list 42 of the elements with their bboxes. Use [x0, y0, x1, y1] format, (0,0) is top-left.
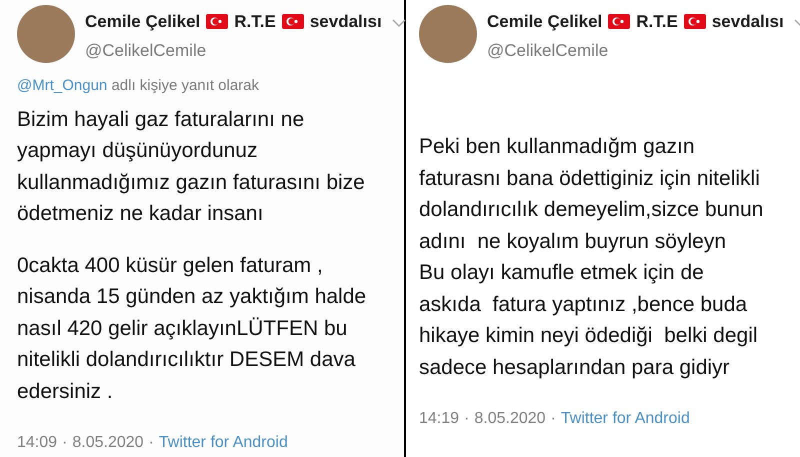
tweet-time: 14:09 — [17, 433, 58, 453]
tweet-text-line: Peki ben kullanmadığm gazın — [419, 134, 694, 160]
flag-icon — [608, 14, 630, 30]
flag-icon — [206, 14, 228, 30]
tweet-text-line: faturasnı bana ödettiginiz için nitelikli — [419, 166, 760, 192]
display-name: sevdalısı — [712, 11, 784, 33]
source-link[interactable]: Twitter for Android — [158, 431, 288, 455]
separator-dot: · — [148, 433, 154, 453]
tweet-date: 8.05.2020 — [474, 409, 546, 429]
tweet-text-line: hikaye kimin neyi ödediği belki degil — [419, 323, 758, 349]
display-name: Cemile Çelikel — [487, 11, 602, 33]
display-name: sevdalısı — [310, 11, 382, 33]
tweet-text-line: nitelikli dolandırıcılıktır DESEM dava — [17, 347, 356, 373]
flag-icon — [282, 14, 304, 30]
tweet-text-line: Bizim hayali gaz faturalarını ne — [17, 106, 304, 132]
tweet-text-line: nasıl 420 gelir açıklayınLÜTFEN bu — [17, 316, 348, 342]
tweet-text-line: 0cakta 400 küsür gelen faturam , — [17, 252, 323, 278]
source-link[interactable]: Twitter for Android — [560, 407, 690, 431]
reply-context: adlı kişiye yanıt olarak — [111, 77, 260, 94]
separator-dot: · — [550, 409, 556, 429]
tweet-text-line: Bu olayı kamufle etmek için de — [419, 260, 704, 286]
tweet-time: 14:19 — [419, 409, 460, 429]
tweet-text-line: yapmayı düşünüyordunuz — [17, 138, 258, 164]
mention-link[interactable]: @Mrt_Ongun — [17, 77, 108, 94]
user-handle: @CelikelCemile — [85, 40, 206, 62]
chevron-icon[interactable] — [392, 19, 406, 28]
tweet-text-line: ödetmeniz ne kadar insanı — [17, 201, 264, 227]
separator-dot: · — [62, 433, 68, 453]
user-handle: @CelikelCemile — [487, 40, 608, 62]
flag-icon — [684, 14, 706, 30]
tweet-text-line: askıda fatura yaptınız ,bence buda — [419, 292, 748, 318]
tweet-text-line: nisanda 15 günden az yaktığım halde — [17, 284, 366, 310]
tweet-date: 8.05.2020 — [72, 433, 144, 453]
display-name: R.T.E — [636, 11, 678, 33]
display-name: R.T.E — [234, 11, 276, 33]
separator-dot: · — [464, 409, 470, 429]
display-name: Cemile Çelikel — [85, 11, 200, 33]
tweet-text-line: adını ne koyalım buyrun söyleyn — [419, 228, 726, 254]
tweet-text-line: edersiniz . — [17, 378, 113, 404]
tweet-text-line: kullanmadığımız gazın faturasını bize — [17, 170, 365, 196]
tweet-text-line: sadece hesaplarından para gidiyr — [419, 354, 730, 380]
tweet-text-line: dolandırıcılık demeyelim,sizce bunun — [419, 197, 764, 223]
